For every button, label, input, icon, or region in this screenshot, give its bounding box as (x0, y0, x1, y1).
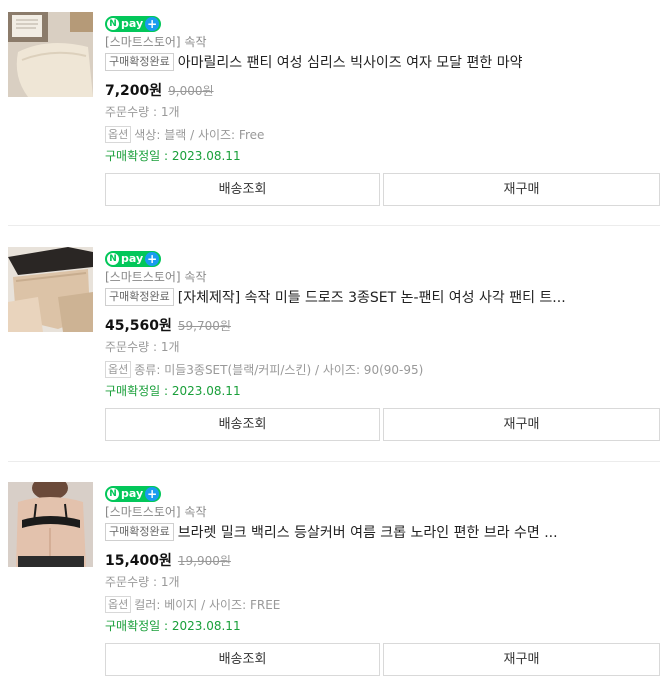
plus-icon: + (145, 17, 160, 31)
store-name[interactable]: [스마트스토어] 속작 (105, 269, 660, 285)
option-text: 색상: 블랙 / 사이즈: Free (134, 127, 265, 142)
product-thumbnail[interactable] (8, 247, 93, 332)
order-quantity: 주문수량 : 1개 (105, 105, 180, 119)
rebuy-button[interactable]: 재구매 (383, 408, 660, 441)
naver-pay-badge: N pay + (105, 486, 162, 502)
order-quantity: 주문수량 : 1개 (105, 340, 180, 354)
option-text: 종류: 미들3종SET(블랙/커피/스킨) / 사이즈: 90(90-95) (134, 362, 424, 377)
option-badge: 옵션 (105, 360, 132, 378)
purchase-confirm-date: 구매확정일 : 2023.08.11 (105, 149, 241, 163)
delivery-tracking-button[interactable]: 배송조회 (105, 643, 380, 676)
status-badge: 구매확정완료 (105, 53, 174, 71)
option-text: 컬러: 베이지 / 사이즈: FREE (134, 597, 281, 612)
delivery-tracking-button[interactable]: 배송조회 (105, 173, 380, 206)
status-badge: 구매확정완료 (105, 288, 174, 306)
product-title[interactable]: 브라렛 밀크 백리스 등살커버 여름 크롭 노라인 편한 브라 수면 ... (178, 522, 558, 542)
divider (8, 225, 660, 226)
sale-price: 15,400원 (105, 553, 172, 569)
naver-pay-badge: N pay + (105, 251, 162, 267)
naver-n-icon: N (107, 488, 119, 500)
sale-price: 7,200원 (105, 83, 163, 99)
rebuy-button[interactable]: 재구매 (383, 643, 660, 676)
option-badge: 옵션 (105, 125, 132, 143)
status-badge: 구매확정완료 (105, 523, 174, 541)
original-price: 59,700원 (177, 319, 231, 333)
purchase-confirm-date: 구매확정일 : 2023.08.11 (105, 619, 241, 633)
product-thumbnail[interactable] (8, 12, 93, 97)
plus-icon: + (145, 252, 160, 266)
original-price: 19,900원 (177, 554, 231, 568)
naver-n-icon: N (107, 253, 119, 265)
sale-price: 45,560원 (105, 318, 172, 334)
plus-icon: + (145, 487, 160, 501)
product-title[interactable]: 아마릴리스 팬티 여성 심리스 빅사이즈 여자 모달 편한 마약 (178, 52, 523, 72)
product-title[interactable]: [자체제작] 속작 미들 드로즈 3종SET 논-팬티 여성 사각 팬티 트..… (178, 287, 566, 307)
naver-pay-badge: N pay + (105, 16, 162, 32)
rebuy-button[interactable]: 재구매 (383, 173, 660, 206)
store-name[interactable]: [스마트스토어] 속작 (105, 504, 660, 520)
purchase-confirm-date: 구매확정일 : 2023.08.11 (105, 384, 241, 398)
store-name[interactable]: [스마트스토어] 속작 (105, 34, 660, 50)
divider (8, 461, 660, 462)
product-thumbnail[interactable] (8, 482, 93, 567)
option-badge: 옵션 (105, 595, 132, 613)
order-quantity: 주문수량 : 1개 (105, 575, 180, 589)
original-price: 9,000원 (168, 84, 214, 98)
delivery-tracking-button[interactable]: 배송조회 (105, 408, 380, 441)
naver-n-icon: N (107, 18, 119, 30)
